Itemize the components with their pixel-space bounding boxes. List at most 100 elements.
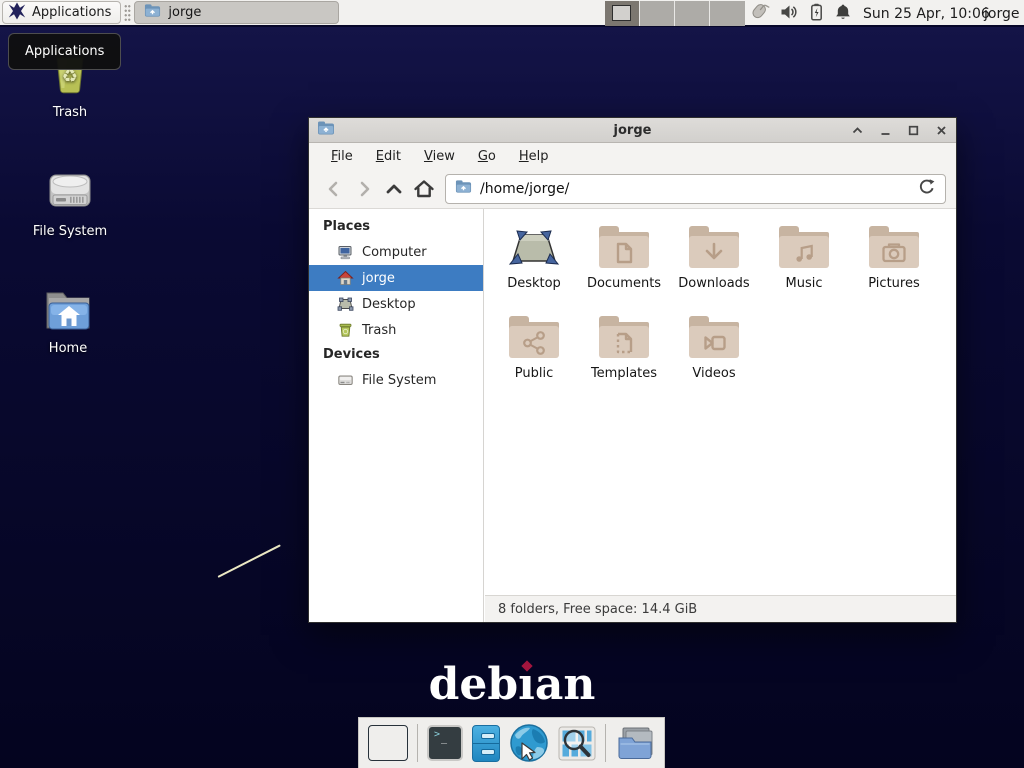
folder-item-desktop[interactable]: Desktop: [489, 221, 579, 311]
videos-folder-icon: [686, 311, 742, 363]
titlebar[interactable]: jorge: [309, 118, 956, 143]
workspace-2[interactable]: [640, 1, 675, 26]
sidebar: Places Computer jorge Desktop Trash: [309, 209, 484, 622]
sidebar-item-label: Computer: [362, 245, 427, 260]
desktop-icon-file-system[interactable]: File System: [14, 165, 126, 239]
applications-button-label: Applications: [32, 5, 111, 20]
minimize-button[interactable]: [879, 124, 892, 137]
reload-icon[interactable]: [918, 178, 936, 200]
close-button[interactable]: [935, 124, 948, 137]
desktop-icon-label: Trash: [14, 105, 126, 120]
desktop-icon-home[interactable]: Home: [12, 286, 124, 356]
folder-view[interactable]: Desktop Documents Downloads: [485, 209, 956, 595]
sidebar-item-computer[interactable]: Computer: [309, 239, 483, 265]
home-icon: [337, 270, 354, 286]
sidebar-item-jorge[interactable]: jorge: [309, 265, 483, 291]
folder-item-label: Downloads: [678, 276, 749, 291]
back-button[interactable]: [319, 174, 349, 204]
file-manager-cabinet-icon[interactable]: [472, 725, 500, 762]
xfce-applications-icon: [7, 1, 27, 25]
top-panel: Applications jorge: [0, 0, 1024, 27]
sidebar-header-places: Places: [309, 215, 483, 239]
templates-folder-icon: [596, 311, 652, 363]
menubar: File Edit View Go Help: [309, 143, 956, 169]
folder-icon: [144, 3, 161, 22]
clock[interactable]: Sun 25 Apr, 10:06: [863, 0, 990, 27]
notifications-bell-icon[interactable]: [834, 3, 852, 25]
menu-go[interactable]: Go: [468, 146, 506, 167]
debian-logo-text: deb: [429, 659, 519, 710]
status-text: 8 folders, Free space: 14.4 GiB: [498, 602, 697, 617]
sidebar-item-file-system[interactable]: File System: [309, 367, 483, 393]
desktop-icon-label: Home: [12, 341, 124, 356]
dock-separator: [605, 724, 606, 762]
desktop-icon-label: File System: [14, 224, 126, 239]
menu-file[interactable]: File: [321, 146, 363, 167]
status-bar: 8 folders, Free space: 14.4 GiB: [485, 595, 956, 622]
panel-user-label[interactable]: jorge: [984, 0, 1019, 27]
sidebar-item-desktop[interactable]: Desktop: [309, 291, 483, 317]
folder-item-pictures[interactable]: Pictures: [849, 221, 939, 311]
battery-icon[interactable]: [808, 3, 825, 25]
folder-item-label: Templates: [591, 366, 657, 381]
path-input[interactable]: /home/jorge/: [480, 181, 910, 197]
path-folder-icon: [455, 179, 472, 198]
folder-item-downloads[interactable]: Downloads: [669, 221, 759, 311]
folder-item-music[interactable]: Music: [759, 221, 849, 311]
application-finder-icon[interactable]: [558, 726, 596, 761]
folder-item-videos[interactable]: Videos: [669, 311, 759, 401]
terminal-icon[interactable]: >_: [427, 725, 463, 761]
taskbar-window-label: jorge: [168, 5, 201, 20]
music-folder-icon: [776, 221, 832, 273]
desktop-icon: [337, 296, 354, 312]
workspace-1[interactable]: [605, 1, 640, 26]
menu-edit[interactable]: Edit: [366, 146, 411, 167]
downloads-folder-icon: [686, 221, 742, 273]
applications-button[interactable]: Applications: [2, 1, 121, 24]
applications-tooltip: Applications: [8, 33, 121, 70]
menu-help[interactable]: Help: [509, 146, 559, 167]
folder-item-documents[interactable]: Documents: [579, 221, 669, 311]
panel-drag-handle[interactable]: [124, 4, 131, 22]
public-folder-icon: [506, 311, 562, 363]
debian-logo-i-dot: ı: [518, 659, 535, 710]
up-button[interactable]: [379, 174, 409, 204]
mouse-icon[interactable]: [748, 1, 771, 26]
forward-button[interactable]: [349, 174, 379, 204]
menu-view[interactable]: View: [414, 146, 465, 167]
toolbar: /home/jorge/: [309, 169, 956, 209]
web-browser-globe-icon[interactable]: [509, 723, 549, 763]
workspace-3[interactable]: [675, 1, 710, 26]
workspace-4[interactable]: [710, 1, 745, 26]
folder-item-templates[interactable]: Templates: [579, 311, 669, 401]
show-desktop-icon[interactable]: [368, 725, 408, 761]
path-bar[interactable]: /home/jorge/: [445, 174, 946, 204]
debian-logo: debıan: [0, 659, 1024, 710]
debian-logo-text: an: [535, 659, 596, 710]
workspace-switcher: [605, 1, 745, 26]
sidebar-item-trash[interactable]: Trash: [309, 317, 483, 343]
home-folder-icon: [41, 286, 95, 336]
directory-menu-folder-icon[interactable]: [615, 725, 655, 761]
folder-item-label: Videos: [692, 366, 735, 381]
desktop-special-icon: [506, 221, 562, 273]
sidebar-item-label: Trash: [362, 323, 396, 338]
dock-separator: [417, 724, 418, 762]
volume-icon[interactable]: [780, 3, 799, 25]
window-content: Places Computer jorge Desktop Trash: [309, 209, 956, 622]
hard-drive-icon: [337, 372, 354, 388]
maximize-button[interactable]: [907, 124, 920, 137]
stray-line-artifact: [218, 544, 281, 578]
taskbar-window-button[interactable]: jorge: [134, 1, 339, 24]
folder-item-public[interactable]: Public: [489, 311, 579, 401]
folder-item-label: Desktop: [507, 276, 561, 291]
pictures-folder-icon: [866, 221, 922, 273]
folder-item-label: Documents: [587, 276, 661, 291]
folder-item-label: Music: [786, 276, 823, 291]
home-button[interactable]: [409, 174, 439, 204]
folder-item-label: Pictures: [868, 276, 919, 291]
computer-icon: [337, 244, 354, 260]
bottom-dock: >_: [358, 717, 665, 768]
shade-button[interactable]: [851, 124, 864, 137]
sidebar-item-label: Desktop: [362, 297, 416, 312]
